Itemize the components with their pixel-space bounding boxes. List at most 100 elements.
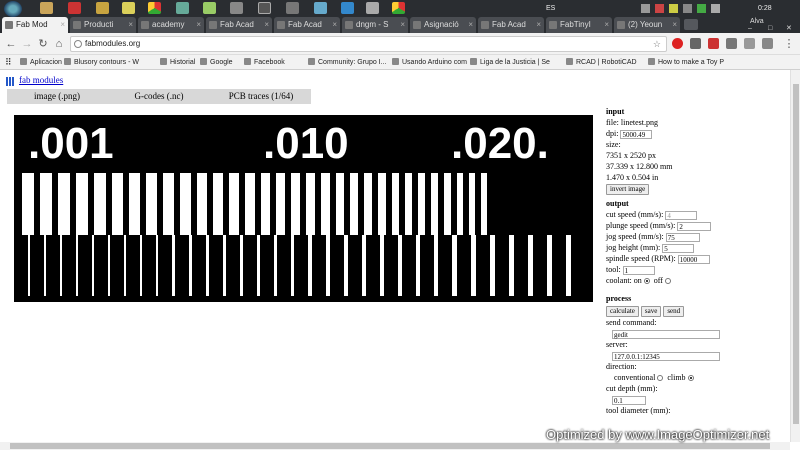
- bookmark-item[interactable]: Usando Arduino com: [392, 55, 468, 70]
- tab-close-icon[interactable]: ×: [264, 17, 269, 33]
- browser-tab[interactable]: Fab Acad ×: [478, 17, 544, 33]
- tray-icon[interactable]: [641, 4, 650, 13]
- tab-close-icon[interactable]: ×: [468, 17, 473, 33]
- profile-name[interactable]: Alva: [750, 17, 764, 26]
- tray-icon[interactable]: [697, 4, 706, 13]
- browser-tab[interactable]: dngm - S ×: [342, 17, 408, 33]
- taskbar-app-icon[interactable]: [366, 2, 379, 14]
- vertical-scrollbar[interactable]: [790, 70, 800, 442]
- close-window-icon[interactable]: ✕: [786, 25, 792, 32]
- mode-pcb-traces[interactable]: PCB traces (1/64): [211, 89, 311, 104]
- taskbar-app-icon[interactable]: [40, 2, 53, 14]
- forward-icon[interactable]: →: [20, 37, 34, 51]
- tab-close-icon[interactable]: ×: [400, 17, 405, 33]
- new-tab-button[interactable]: [684, 19, 698, 30]
- jog-speed-input[interactable]: 75: [665, 232, 700, 242]
- back-icon[interactable]: ←: [4, 37, 18, 51]
- mode-gcodes-nc[interactable]: G-codes (.nc): [109, 89, 209, 104]
- cut-depth-input[interactable]: 0.1: [612, 395, 646, 405]
- tray-icon[interactable]: [711, 4, 720, 13]
- extension-icon[interactable]: [762, 38, 773, 49]
- jog-height-input[interactable]: 5: [662, 243, 695, 253]
- invert-image-button[interactable]: invert image: [606, 183, 650, 195]
- taskbar-app-icon[interactable]: [314, 2, 327, 14]
- taskbar-app-icon[interactable]: [341, 2, 354, 14]
- fab-modules-link[interactable]: fab modules: [19, 75, 63, 85]
- taskbar-app-icon[interactable]: [176, 2, 189, 14]
- info-icon[interactable]: [74, 40, 82, 48]
- cut-speed-input[interactable]: 4: [665, 210, 698, 220]
- browser-tab[interactable]: Producti ×: [70, 17, 136, 33]
- browser-tab[interactable]: Fab Mod ×: [2, 17, 68, 33]
- send-button[interactable]: send: [663, 305, 685, 317]
- taskbar-app-icon[interactable]: [230, 2, 243, 14]
- tray-icon[interactable]: [655, 4, 664, 13]
- taskbar-app-icon[interactable]: [258, 2, 271, 14]
- mode-image-png[interactable]: image (.png): [7, 89, 107, 104]
- maximize-icon[interactable]: □: [768, 25, 772, 32]
- tab-close-icon[interactable]: ×: [196, 17, 201, 33]
- browser-tab[interactable]: Asignació ×: [410, 17, 476, 33]
- language-indicator[interactable]: ES: [546, 0, 560, 17]
- climb-radio[interactable]: [687, 375, 694, 382]
- horizontal-scroll-thumb[interactable]: [10, 443, 770, 449]
- browser-tab[interactable]: FabTinyI ×: [546, 17, 612, 33]
- tab-close-icon[interactable]: ×: [536, 17, 541, 33]
- taskbar-app-icon[interactable]: [68, 2, 81, 14]
- vertical-scroll-thumb[interactable]: [793, 84, 799, 424]
- coolant-off-radio[interactable]: [664, 278, 671, 285]
- calculate-button[interactable]: calculate: [606, 305, 639, 317]
- spindle-speed-input[interactable]: 10000: [677, 254, 710, 264]
- bookmark-item[interactable]: How to make a Toy P: [648, 55, 728, 70]
- bookmark-item[interactable]: Blusory contours - W: [64, 55, 158, 70]
- send-command-input[interactable]: gedit: [612, 329, 720, 339]
- home-icon[interactable]: ⌂: [52, 37, 66, 51]
- clock[interactable]: 0:28: [758, 0, 774, 17]
- fab-modules-logo-icon[interactable]: [6, 77, 15, 86]
- bookmark-item[interactable]: Aplicaciones: [20, 55, 62, 70]
- bookmark-item[interactable]: RCAD | RobotiCAD: [566, 55, 646, 70]
- extension-icon[interactable]: [708, 38, 719, 49]
- browser-tab[interactable]: academy ×: [138, 17, 204, 33]
- windows-start-icon[interactable]: [4, 1, 22, 17]
- minimize-icon[interactable]: –: [748, 25, 752, 32]
- server-input[interactable]: 127.0.0.1:12345: [612, 351, 720, 361]
- taskbar-app-icon[interactable]: [286, 2, 299, 14]
- browser-tab[interactable]: Fab Acad ×: [274, 17, 340, 33]
- browser-tab[interactable]: Fab Acad ×: [206, 17, 272, 33]
- dpi-input[interactable]: 5000.49: [620, 129, 653, 139]
- bookmark-item[interactable]: Liga de la Justicia | Se: [470, 55, 564, 70]
- extension-icon[interactable]: [726, 38, 737, 49]
- tool-input[interactable]: 1: [622, 265, 655, 275]
- extension-icon[interactable]: [744, 38, 755, 49]
- extension-icon[interactable]: [690, 38, 701, 49]
- save-button[interactable]: save: [640, 305, 662, 317]
- conventional-radio[interactable]: [657, 375, 664, 382]
- bookmark-item[interactable]: Community: Grupo I...: [308, 55, 390, 70]
- browser-tab[interactable]: (2) Yeoun ×: [614, 17, 680, 33]
- bookmark-star-icon[interactable]: ☆: [653, 37, 661, 51]
- taskbar-app-icon[interactable]: [122, 2, 135, 14]
- coolant-on-radio[interactable]: [643, 278, 650, 285]
- apps-icon[interactable]: ⠿: [5, 55, 15, 70]
- bookmark-item[interactable]: Google: [200, 55, 242, 70]
- tab-close-icon[interactable]: ×: [60, 17, 65, 33]
- bookmark-item[interactable]: Facebook: [244, 55, 306, 70]
- menu-icon[interactable]: ⋮: [782, 37, 796, 51]
- address-bar[interactable]: fabmodules.org ☆: [70, 36, 667, 52]
- horizontal-scrollbar[interactable]: [0, 442, 790, 450]
- plunge-speed-input[interactable]: 2: [677, 221, 712, 231]
- tray-icon[interactable]: [669, 4, 678, 13]
- tab-close-icon[interactable]: ×: [332, 17, 337, 33]
- tray-icon[interactable]: [683, 4, 692, 13]
- extension-icon[interactable]: [672, 38, 683, 49]
- tab-close-icon[interactable]: ×: [128, 17, 133, 33]
- tab-close-icon[interactable]: ×: [604, 17, 609, 33]
- bookmark-item[interactable]: Historial: [160, 55, 198, 70]
- taskbar-app-icon[interactable]: [203, 2, 216, 14]
- taskbar-app-icon[interactable]: [96, 2, 109, 14]
- taskbar-chrome-icon[interactable]: [148, 2, 161, 14]
- reload-icon[interactable]: ↻: [36, 37, 50, 51]
- tab-close-icon[interactable]: ×: [672, 17, 677, 33]
- taskbar-app-icon[interactable]: [392, 2, 405, 14]
